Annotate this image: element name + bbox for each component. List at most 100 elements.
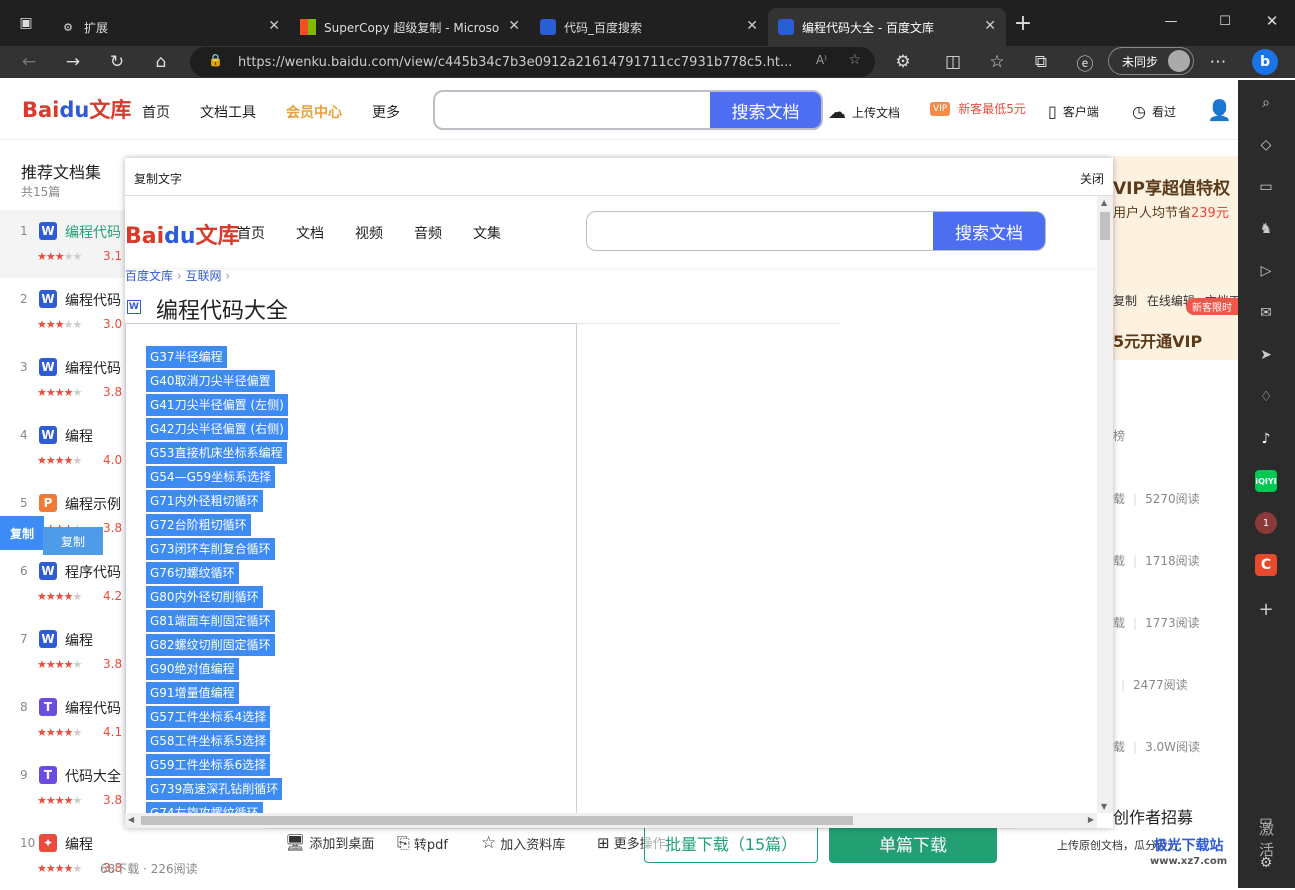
selected-text-line[interactable]: G71内外径粗切循环	[146, 490, 263, 512]
sidebar-doc-item[interactable]: 1 W 编程代码 ★★★★★ 3.1	[0, 210, 125, 278]
copy-button[interactable]: 复制	[43, 527, 103, 555]
sidebar-doc-item[interactable]: 6 W 程序代码 ★★★★★ 4.2	[0, 550, 125, 618]
rank-stat-row[interactable]: 载 | 1773阅读	[1113, 614, 1200, 631]
add-sidebar-app-icon[interactable]: +	[1255, 598, 1277, 620]
search-box[interactable]: 搜索文档	[433, 90, 823, 130]
selected-text-line[interactable]: G37半径编程	[146, 346, 227, 368]
read-aloud-icon[interactable]: A⁾	[816, 53, 827, 67]
rank-stat-row[interactable]: | 2477阅读	[1113, 676, 1188, 693]
vip-card[interactable]: VIP享超值特权 用户人均节省239元 复制 在线编辑 文档工 新客限时 5元开…	[1113, 156, 1241, 360]
favorite-add-icon[interactable]: ☆	[848, 52, 861, 68]
selected-text-line[interactable]: G40取消刀尖半径偏置	[146, 370, 275, 392]
selected-text-line[interactable]: G41刀尖半径偏置 (左侧)	[146, 394, 288, 416]
close-tab-icon[interactable]: ✕	[984, 18, 996, 34]
batch-download-button[interactable]: 批量下载（15篇）	[644, 823, 818, 863]
rank-stat-row[interactable]: 载 | 3.0W阅读	[1113, 738, 1200, 755]
toolbox-icon[interactable]: ▭	[1255, 176, 1277, 198]
dialog-close-button[interactable]: 关闭	[1080, 170, 1104, 187]
close-window-button[interactable]: ✕	[1259, 8, 1285, 34]
bing-icon[interactable]: b	[1252, 49, 1278, 75]
inner-nav-docs[interactable]: 文档	[296, 223, 324, 243]
close-tab-icon[interactable]: ✕	[508, 18, 520, 34]
inner-search-box[interactable]: 搜索文档	[586, 211, 1046, 251]
upload-doc-link[interactable]: ☁ 上传文档	[828, 102, 900, 123]
notification-badge-icon[interactable]: 1	[1255, 512, 1277, 534]
selected-text-line[interactable]: G81端面车削固定循环	[146, 610, 275, 632]
open-vip-button[interactable]: 5元开通VIP	[1113, 328, 1202, 352]
selected-text-line[interactable]: G59工件坐标系6选择	[146, 754, 271, 776]
maximize-button[interactable]: ☐	[1212, 8, 1238, 34]
tab-supercopy[interactable]: SuperCopy 超级复制 - Microsoft ✕	[290, 8, 530, 46]
selected-text-line[interactable]: G90绝对值编程	[146, 658, 239, 680]
close-tab-icon[interactable]: ✕	[746, 18, 758, 34]
selected-text-line[interactable]: G42刀尖半径偏置 (右侧)	[146, 418, 288, 440]
tab-wenku[interactable]: 🐾 编程代码大全 - 百度文库 ✕	[768, 8, 1006, 46]
nav-doc-tools[interactable]: 文档工具	[200, 102, 256, 122]
tab-baidu-search[interactable]: 🐾 代码_百度搜索 ✕	[530, 8, 768, 46]
sidebar-doc-item[interactable]: 4 W 编程 ★★★★★ 4.0	[0, 414, 125, 482]
tiktok-icon[interactable]: ♪	[1255, 428, 1277, 450]
outlook-icon[interactable]: ✉	[1255, 302, 1277, 324]
favorites-icon[interactable]: ☆	[984, 49, 1010, 75]
sidebar-doc-item[interactable]: 8 T 编程代码 ★★★★★ 4.1	[0, 686, 125, 754]
nav-home[interactable]: 首页	[142, 102, 170, 122]
selected-text-line[interactable]: G53直接机床坐标系编程	[146, 442, 287, 464]
scroll-left-arrow[interactable]: ◀	[128, 815, 134, 824]
selected-text-line[interactable]: G80内外径切削循环	[146, 586, 263, 608]
selected-text-line[interactable]: G73闭环车削复合循环	[146, 538, 275, 560]
selected-text-line[interactable]: G739高速深孔钻削循环	[146, 778, 283, 800]
send-icon[interactable]: ➤	[1255, 344, 1277, 366]
to-pdf-button[interactable]: ⎘ 转pdf	[397, 833, 448, 853]
scroll-right-arrow[interactable]: ▶	[1088, 815, 1094, 824]
back-icon[interactable]: ←	[16, 49, 42, 75]
rank-stat-row[interactable]: 载 | 1718阅读	[1113, 552, 1200, 569]
forward-icon[interactable]: →	[60, 49, 86, 75]
split-screen-icon[interactable]: ◫	[940, 49, 966, 75]
inner-baidu-logo[interactable]: Baidu文库	[125, 218, 240, 250]
selected-text-line[interactable]: G58工件坐标系5选择	[146, 730, 271, 752]
inner-nav-collections[interactable]: 文集	[473, 223, 501, 243]
home-icon[interactable]: ⌂	[148, 49, 174, 75]
sidebar-doc-item[interactable]: 2 W 编程代码 ★★★★★ 3.0	[0, 278, 125, 346]
add-to-library-button[interactable]: ☆ 加入资料库	[481, 833, 565, 853]
nav-more[interactable]: 更多	[372, 102, 400, 122]
client-link[interactable]: ▯ 客户端	[1048, 102, 1099, 121]
add-to-desktop-button[interactable]: 🖥 添加到桌面	[285, 833, 374, 852]
iqiyi-icon[interactable]: iQIYI	[1255, 470, 1277, 492]
extensions-icon[interactable]: ⚙	[890, 49, 916, 75]
vertical-scrollbar[interactable]: ▲ ▼	[1097, 196, 1113, 813]
profile-sync-button[interactable]: 未同步	[1108, 47, 1194, 75]
selected-text-line[interactable]: G54—G59坐标系选择	[146, 466, 276, 488]
inner-nav-video[interactable]: 视频	[355, 223, 383, 243]
selected-text-line[interactable]: G91增量值编程	[146, 682, 239, 704]
tab-actions-icon[interactable]: ▣	[13, 10, 39, 36]
bell-icon[interactable]: ♢	[1255, 386, 1277, 408]
baidu-wenku-logo[interactable]: Baidu文库	[22, 94, 131, 124]
collections-icon[interactable]: ⧉	[1028, 49, 1054, 75]
c-app-icon[interactable]: C	[1255, 554, 1277, 576]
selected-text-line[interactable]: G72台阶粗切循环	[146, 514, 251, 536]
sidebar-doc-item[interactable]: 10 ✦ 编程 ★★★★★ 3.8	[0, 822, 125, 890]
history-link[interactable]: ◷ 看过	[1132, 102, 1176, 121]
promo-link[interactable]: VIP 新客最低5元	[930, 100, 1026, 117]
inner-search-button[interactable]: 搜索文档	[933, 212, 1045, 250]
horizontal-scrollbar[interactable]: ◀ ▶	[125, 813, 1097, 828]
user-icon[interactable]: 👤	[1207, 98, 1232, 122]
tag-icon[interactable]: ◇	[1255, 134, 1277, 156]
scroll-up-arrow[interactable]: ▲	[1101, 198, 1107, 207]
nav-member-center[interactable]: 会员中心	[286, 102, 342, 122]
new-tab-button[interactable]: +	[1010, 10, 1036, 36]
tab-extensions[interactable]: ⚙ 扩展 ✕	[50, 8, 290, 46]
close-tab-icon[interactable]: ✕	[268, 18, 280, 34]
copy-small-button[interactable]: 复制	[0, 516, 44, 550]
scroll-thumb[interactable]	[1100, 212, 1110, 240]
refresh-icon[interactable]: ↻	[104, 49, 130, 75]
selected-text-line[interactable]: G76切螺纹循环	[146, 562, 239, 584]
sidebar-doc-item[interactable]: 9 T 代码大全 ★★★★★ 3.8	[0, 754, 125, 822]
minimize-button[interactable]: —	[1158, 8, 1184, 34]
games-icon[interactable]: ▷	[1255, 260, 1277, 282]
rank-stat-row[interactable]: 载 | 5270阅读	[1113, 490, 1200, 507]
selected-text-line[interactable]: G57工件坐标系4选择	[146, 706, 271, 728]
single-download-button[interactable]: 单篇下载	[829, 823, 997, 863]
sidebar-doc-item[interactable]: 7 W 编程 ★★★★★ 3.8	[0, 618, 125, 686]
